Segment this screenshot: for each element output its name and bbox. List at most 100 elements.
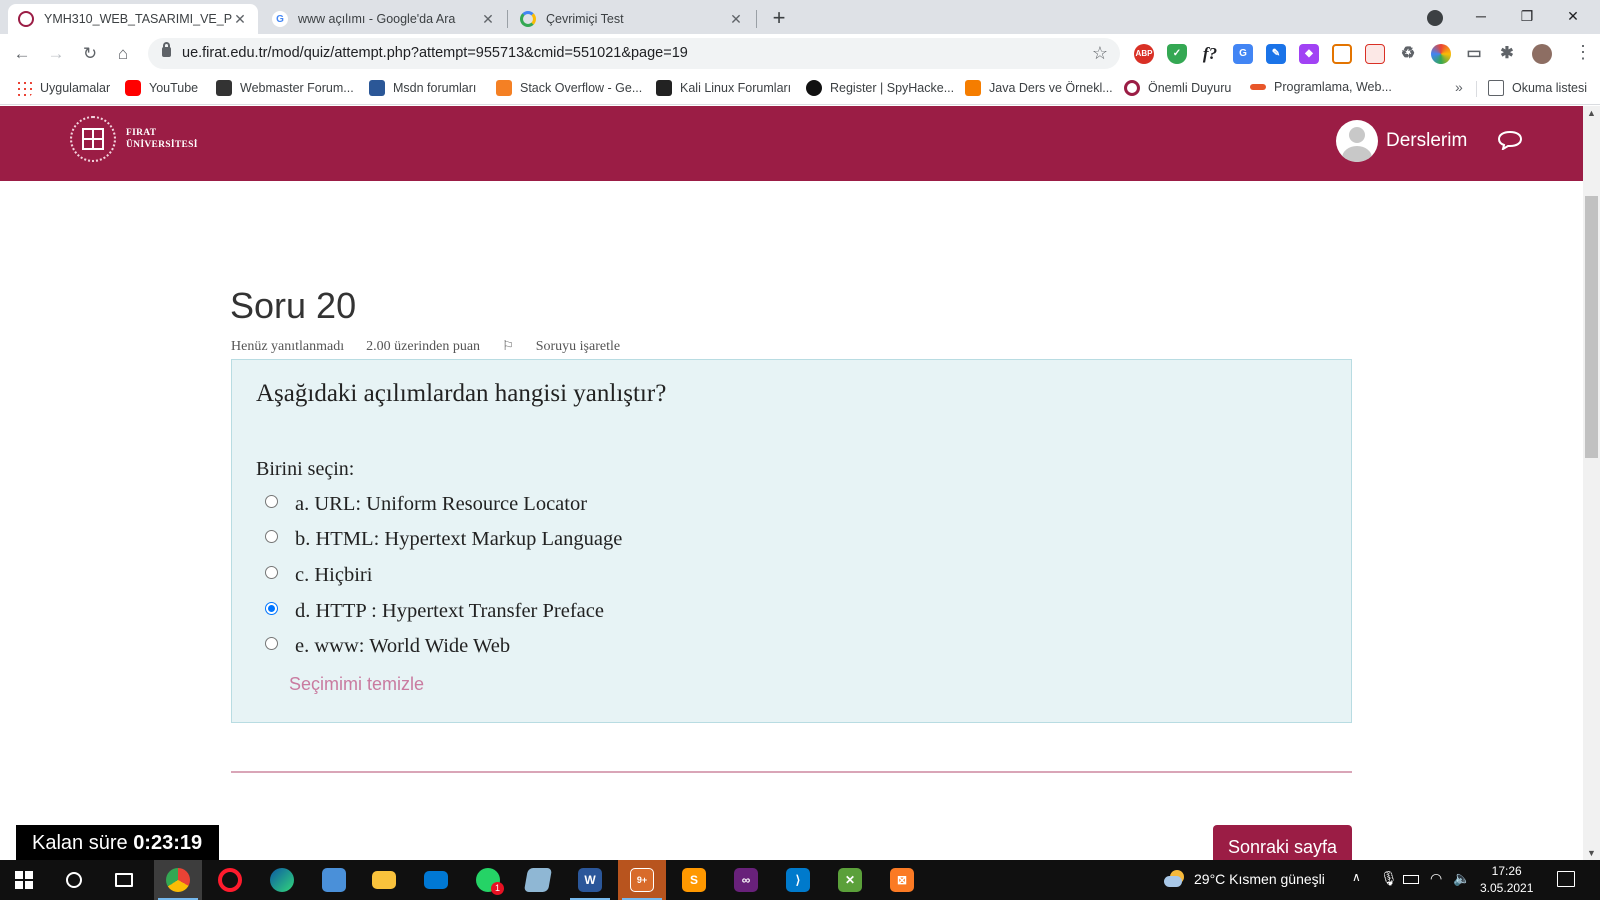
answer-option-c[interactable]: c. Hiçbiri: [265, 564, 372, 587]
bookmark-kali[interactable]: Kali Linux Forumları: [656, 80, 791, 96]
close-icon[interactable]: ✕: [232, 11, 248, 27]
taskbar-mail[interactable]: [412, 860, 460, 900]
taskbar-notes[interactable]: [514, 860, 562, 900]
system-clock[interactable]: 17:26 3.05.2021: [1480, 863, 1533, 897]
user-avatar[interactable]: [1336, 120, 1378, 162]
cast-icon[interactable]: ▭: [1464, 44, 1484, 64]
app-icon: [322, 868, 346, 892]
taskbar-vscode[interactable]: ⟩: [774, 860, 822, 900]
taskbar-sublime[interactable]: S: [670, 860, 718, 900]
page-scrollbar[interactable]: ▲ ▼: [1583, 106, 1600, 860]
tab-quiz[interactable]: YMH310_WEB_TASARIMI_VE_PROGRAMLAMA ✕: [8, 4, 258, 34]
clear-choice-link[interactable]: Seçimimi temizle: [289, 674, 424, 695]
reading-list-button[interactable]: Okuma listesi: [1488, 80, 1587, 96]
bookmark-msdn[interactable]: Msdn forumları: [369, 80, 476, 96]
adblock-icon[interactable]: ABP: [1134, 44, 1154, 64]
next-page-button[interactable]: Sonraki sayfa: [1213, 825, 1352, 863]
crop-icon[interactable]: [1332, 44, 1352, 64]
reload-icon[interactable]: ↻: [77, 41, 103, 67]
radio-button[interactable]: [265, 637, 278, 650]
window-close-icon[interactable]: ✕: [1550, 2, 1596, 30]
eyedropper-icon[interactable]: ✎: [1266, 44, 1286, 64]
more-bookmarks-button[interactable]: »: [1455, 79, 1463, 95]
taskbar-app[interactable]: [310, 860, 358, 900]
bookmark-java[interactable]: Java Ders ve Örnekl...: [965, 80, 1113, 96]
formula-icon[interactable]: f?: [1200, 44, 1220, 64]
tab-title: YMH310_WEB_TASARIMI_VE_PROGRAMLAMA: [44, 12, 232, 26]
windows-taskbar: 1 W 9+ S ∞ ⟩ ✕ ⊠ 29°C Kısmen güneşli ∧ 🎙…: [0, 860, 1600, 900]
flag-question-link[interactable]: ⚐ Soruyu işaretle: [502, 338, 642, 355]
wifi-icon[interactable]: ◠: [1430, 870, 1442, 887]
radio-button[interactable]: [265, 530, 278, 543]
my-courses-link[interactable]: Derslerim: [1386, 130, 1467, 152]
microphone-icon[interactable]: 🎙: [1380, 870, 1398, 887]
bookmark-webmaster[interactable]: Webmaster Forum...: [216, 80, 354, 96]
bookmark-label: Stack Overflow - Ge...: [520, 81, 643, 95]
taskbar-whatsapp[interactable]: 1: [464, 860, 512, 900]
menu-icon[interactable]: ⋮: [1574, 42, 1592, 63]
notification-center-icon[interactable]: [1557, 871, 1575, 887]
profile-avatar[interactable]: [1532, 44, 1552, 64]
bookmark-star-icon[interactable]: ☆: [1092, 43, 1108, 64]
timer-value: 0:23:19: [133, 832, 203, 854]
start-button[interactable]: [0, 860, 48, 900]
new-tab-button[interactable]: +: [766, 6, 792, 32]
tab-google-search[interactable]: G www açılımı - Google'da Ara ✕: [262, 4, 506, 34]
radio-button[interactable]: [265, 495, 278, 508]
taskbar-xampp[interactable]: ⊠: [878, 860, 926, 900]
address-bar[interactable]: ue.firat.edu.tr/mod/quiz/attempt.php?att…: [148, 38, 1120, 69]
close-icon[interactable]: ✕: [480, 11, 496, 27]
bookmark-spyhacker[interactable]: Register | SpyHacke...: [806, 80, 954, 96]
answer-option-b[interactable]: b. HTML: Hypertext Markup Language: [265, 528, 622, 551]
bookmark-stackoverflow[interactable]: Stack Overflow - Ge...: [496, 80, 642, 96]
taskbar-mail-app[interactable]: 9+: [618, 860, 666, 900]
weather-widget[interactable]: 29°C Kısmen güneşli: [1164, 870, 1325, 888]
taskbar-chrome[interactable]: [154, 860, 202, 900]
site-logo[interactable]: FIRAT ÜNİVERSİTESİ: [70, 116, 198, 162]
taskbar-opera[interactable]: [206, 860, 254, 900]
calendar-icon[interactable]: [1365, 44, 1385, 64]
tab-online-test[interactable]: Çevrimiçi Test ✕: [510, 4, 754, 34]
task-view-button[interactable]: [100, 860, 148, 900]
color-picker-icon[interactable]: ◆: [1299, 44, 1319, 64]
url-text[interactable]: ue.firat.edu.tr/mod/quiz/attempt.php?att…: [182, 45, 688, 61]
minimize-icon[interactable]: ─: [1458, 2, 1504, 30]
bookmark-label: Msdn forumları: [393, 81, 477, 95]
volume-icon[interactable]: 🔈: [1453, 870, 1470, 887]
home-icon[interactable]: ⌂: [110, 41, 136, 67]
bookmark-apps[interactable]: Uygulamalar: [16, 80, 110, 96]
recycle-icon[interactable]: ♻: [1398, 44, 1418, 64]
battery-icon[interactable]: [1403, 875, 1419, 884]
answer-option-d[interactable]: d. HTTP : Hypertext Transfer Preface: [265, 600, 604, 623]
shield-icon[interactable]: ✓: [1167, 44, 1187, 64]
reading-list-icon: [1488, 80, 1504, 96]
answer-option-e[interactable]: e. www: World Wide Web: [265, 635, 510, 658]
reading-list-label: Okuma listesi: [1512, 81, 1588, 95]
scroll-up-icon[interactable]: ▲: [1587, 108, 1596, 118]
back-icon[interactable]: ←: [9, 41, 35, 67]
scrollbar-thumb[interactable]: [1585, 196, 1598, 458]
taskbar-visual-studio[interactable]: ∞: [722, 860, 770, 900]
bookmark-programlama[interactable]: Programlama, Web...: [1250, 80, 1392, 94]
radio-button[interactable]: [265, 566, 278, 579]
bookmark-duyuru[interactable]: Önemli Duyuru: [1124, 80, 1231, 96]
tab-title: Çevrimiçi Test: [546, 12, 624, 26]
scroll-down-icon[interactable]: ▼: [1587, 848, 1596, 858]
search-button[interactable]: [50, 860, 98, 900]
bookmark-youtube[interactable]: YouTube: [125, 80, 198, 96]
translate-icon[interactable]: G: [1233, 44, 1253, 64]
show-hidden-icons[interactable]: ∧: [1352, 870, 1361, 884]
forward-icon[interactable]: →: [43, 41, 69, 67]
taskbar-word[interactable]: W: [566, 860, 614, 900]
extensions-icon[interactable]: ✱: [1497, 44, 1517, 64]
close-icon[interactable]: ✕: [728, 11, 744, 27]
restore-icon[interactable]: ❐: [1504, 2, 1550, 30]
tab-search-icon[interactable]: [1427, 10, 1443, 26]
colorwheel-icon[interactable]: [1431, 44, 1451, 64]
taskbar-tool[interactable]: ✕: [826, 860, 874, 900]
radio-button-selected[interactable]: [265, 602, 278, 615]
taskbar-file-explorer[interactable]: [360, 860, 408, 900]
answer-option-a[interactable]: a. URL: Uniform Resource Locator: [265, 493, 587, 516]
message-icon[interactable]: [1497, 130, 1523, 150]
taskbar-edge[interactable]: [258, 860, 306, 900]
